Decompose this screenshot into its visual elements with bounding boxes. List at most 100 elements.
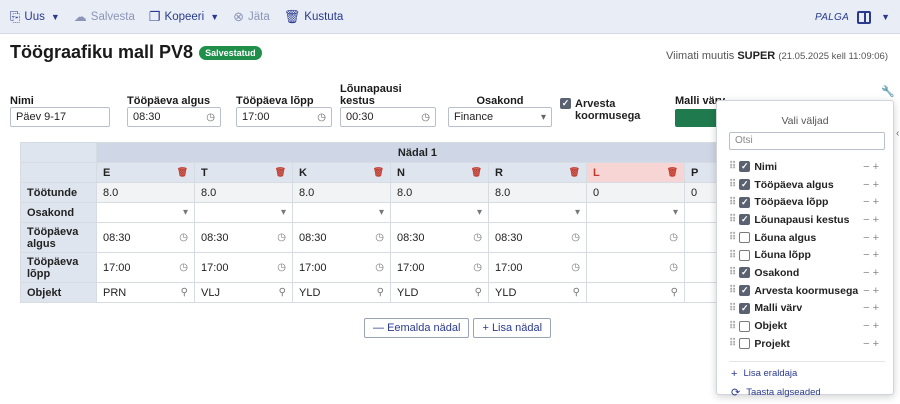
table-cell[interactable]: VLJ ⚲ <box>194 282 293 303</box>
drag-handle-icon[interactable]: ⠿ <box>729 232 736 243</box>
order-controls[interactable]: − + <box>863 302 879 314</box>
field-option[interactable]: ⠿ Lõuna lõpp − + <box>717 246 893 264</box>
field-option[interactable]: ⠿ ✓ Malli värv − + <box>717 300 893 318</box>
dept-select[interactable]: Finance ▾ <box>448 107 552 127</box>
table-cell[interactable]: ◷ <box>586 252 685 283</box>
wrench-icon[interactable]: 🔧 <box>881 85 895 98</box>
table-cell[interactable]: ▾ <box>586 202 685 223</box>
table-cell[interactable]: 08:30 ◷ <box>96 222 195 253</box>
field-checkbox[interactable]: ✓ <box>739 196 751 208</box>
field-checkbox[interactable]: ✓ <box>739 285 751 297</box>
order-controls[interactable]: − + <box>863 161 879 173</box>
table-cell[interactable]: 17:00 ◷ <box>96 252 195 283</box>
field-checkbox[interactable] <box>739 232 751 244</box>
table-cell[interactable]: 17:00 ◷ <box>488 252 587 283</box>
table-cell[interactable]: PRN ⚲ <box>96 282 195 303</box>
drag-handle-icon[interactable]: ⠿ <box>729 338 736 349</box>
drag-handle-icon[interactable]: ⠿ <box>729 250 736 261</box>
drag-handle-icon[interactable]: ⠿ <box>729 303 736 314</box>
table-cell[interactable]: 17:00 ◷ <box>194 252 293 283</box>
field-option[interactable]: ⠿ ✓ Osakond − + <box>717 264 893 282</box>
table-cell[interactable]: 08:30 ◷ <box>488 222 587 253</box>
table-cell[interactable]: YLD ⚲ <box>488 282 587 303</box>
field-checkbox[interactable]: ✓ <box>739 267 751 279</box>
table-cell[interactable]: 08:30 ◷ <box>390 222 489 253</box>
delete-button[interactable]: 🗑 Kustuta <box>284 9 344 25</box>
table-cell[interactable]: ▾ <box>96 202 195 223</box>
trash-icon[interactable]: 🗑 <box>373 167 384 178</box>
trash-icon[interactable]: 🗑 <box>177 167 188 178</box>
drag-handle-icon[interactable]: ⠿ <box>729 321 736 332</box>
load-checkbox[interactable]: ✓ <box>560 98 571 109</box>
field-option[interactable]: ⠿ ✓ Tööpäeva algus − + <box>717 176 893 194</box>
table-cell[interactable]: YLD ⚲ <box>292 282 391 303</box>
save-button[interactable]: ☁ Salvesta <box>74 9 135 25</box>
field-option[interactable]: ⠿ Objekt − + <box>717 317 893 335</box>
field-checkbox[interactable]: ✓ <box>739 161 751 173</box>
table-cell[interactable]: 17:00 ◷ <box>292 252 391 283</box>
field-option[interactable]: ⠿ ✓ Nimi − + <box>717 158 893 176</box>
field-checkbox[interactable]: ✓ <box>739 302 751 314</box>
chevron-down-icon[interactable]: ▼ <box>881 12 890 22</box>
drag-handle-icon[interactable]: ⠿ <box>729 267 736 278</box>
order-controls[interactable]: − + <box>863 267 879 279</box>
trash-icon[interactable]: 🗑 <box>471 167 482 178</box>
order-controls[interactable]: − + <box>863 232 879 244</box>
order-controls[interactable]: − + <box>863 214 879 226</box>
order-controls[interactable]: − + <box>863 320 879 332</box>
drag-handle-icon[interactable]: ⠿ <box>729 197 736 208</box>
restore-defaults-link[interactable]: ⟳ Taasta algseaded <box>717 386 893 399</box>
palga-label[interactable]: PALGA <box>815 12 849 23</box>
field-option[interactable]: ⠿ Projekt − + <box>717 335 893 353</box>
skip-button[interactable]: ⊗ Jäta <box>233 9 270 25</box>
table-cell[interactable]: 08:30 ◷ <box>292 222 391 253</box>
load-label-1: Arvesta <box>575 98 616 110</box>
field-option[interactable]: ⠿ Lõuna algus − + <box>717 229 893 247</box>
field-checkbox[interactable]: ✓ <box>739 214 751 226</box>
chevron-left-icon[interactable]: ‹ <box>896 128 899 139</box>
table-cell[interactable]: ▾ <box>390 202 489 223</box>
table-cell[interactable]: 08:30 ◷ <box>194 222 293 253</box>
load-checkbox-row[interactable]: ✓ Arvesta koormusega <box>560 98 660 122</box>
field-checkbox[interactable] <box>739 338 751 350</box>
copy-button[interactable]: ❐ Kopeeri ▼ <box>149 9 219 25</box>
lunch-input[interactable]: 00:30 ◷ <box>340 107 436 127</box>
drag-handle-icon[interactable]: ⠿ <box>729 179 736 190</box>
drag-handle-icon[interactable]: ⠿ <box>729 214 736 225</box>
end-input[interactable]: 17:00 ◷ <box>236 107 332 127</box>
order-controls[interactable]: − + <box>863 338 879 350</box>
clock-icon: ◷ <box>179 262 188 273</box>
layout-icon[interactable] <box>857 10 872 24</box>
field-checkbox[interactable] <box>739 320 751 332</box>
start-input[interactable]: 08:30 ◷ <box>127 107 221 127</box>
table-cell[interactable]: ▾ <box>292 202 391 223</box>
field-option[interactable]: ⠿ ✓ Lõunapausi kestus − + <box>717 211 893 229</box>
new-button[interactable]: ⎘ Uus ▼ <box>10 9 60 25</box>
table-cell[interactable]: ◷ <box>586 222 685 253</box>
panel-search-input[interactable]: Otsi <box>729 132 885 150</box>
add-separator-link[interactable]: + Lisa eraldaja <box>717 368 893 380</box>
cell-value: 08:30 <box>201 231 229 244</box>
field-option[interactable]: ⠿ ✓ Arvesta koormusega − + <box>717 282 893 300</box>
table-cell[interactable]: ▾ <box>488 202 587 223</box>
field-checkbox[interactable] <box>739 249 751 261</box>
trash-icon[interactable]: 🗑 <box>569 167 580 178</box>
drag-handle-icon[interactable]: ⠿ <box>729 285 736 296</box>
drag-handle-icon[interactable]: ⠿ <box>729 161 736 172</box>
name-input[interactable]: Päev 9-17 <box>10 107 110 127</box>
order-controls[interactable]: − + <box>863 285 879 297</box>
table-cell[interactable]: 17:00 ◷ <box>390 252 489 283</box>
field-option[interactable]: ⠿ ✓ Tööpäeva lõpp − + <box>717 193 893 211</box>
table-cell[interactable]: YLD ⚲ <box>390 282 489 303</box>
order-controls[interactable]: − + <box>863 249 879 261</box>
trash-icon[interactable]: 🗑 <box>667 167 678 178</box>
order-controls[interactable]: − + <box>863 179 879 191</box>
trash-icon[interactable]: 🗑 <box>275 167 286 178</box>
field-checkbox[interactable]: ✓ <box>739 179 751 191</box>
order-controls[interactable]: − + <box>863 196 879 208</box>
add-week-button[interactable]: + Lisa nädal <box>473 318 552 338</box>
remove-week-button[interactable]: — Eemalda nädal <box>364 318 470 338</box>
remove-week-label: Eemalda nädal <box>387 322 461 334</box>
table-cell[interactable]: ▾ <box>194 202 293 223</box>
table-cell[interactable]: ⚲ <box>586 282 685 303</box>
